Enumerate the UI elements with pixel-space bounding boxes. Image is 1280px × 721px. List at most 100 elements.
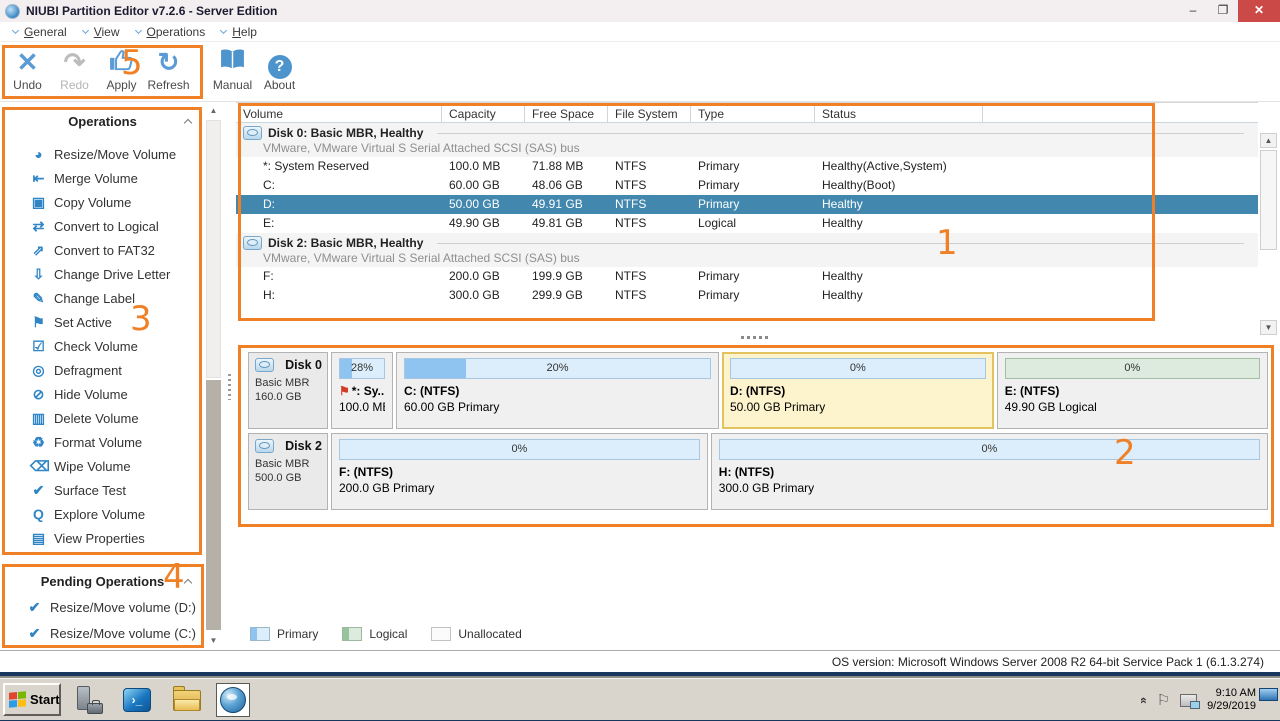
sidebar-item-explore-volume[interactable]: QExplore Volume xyxy=(0,502,205,526)
partition-block-cntfs[interactable]: 20%C: (NTFS)60.00 GB Primary xyxy=(396,352,719,429)
taskbar-item-explorer[interactable] xyxy=(170,683,204,717)
minimize-button[interactable]: – xyxy=(1178,0,1208,22)
sidebar-item-label: Wipe Volume xyxy=(54,459,131,474)
column-header-volume[interactable]: Volume xyxy=(236,103,442,122)
used-space-bar: 0% xyxy=(1005,358,1260,379)
close-button[interactable]: ✕ xyxy=(1238,0,1280,22)
manual-button[interactable]: Manual xyxy=(209,42,256,92)
scrollbar-track[interactable] xyxy=(206,380,221,630)
scroll-up-icon[interactable]: ▲ xyxy=(1260,133,1277,148)
scrollbar-thumb[interactable] xyxy=(1260,150,1277,250)
sidebar-item-check-volume[interactable]: ☑Check Volume xyxy=(0,334,205,358)
sidebar-item-set-active[interactable]: ⚑Set Active xyxy=(0,310,205,334)
toolbar-button-label: Refresh xyxy=(145,78,192,92)
table-row[interactable]: E:49.90 GB49.81 GBNTFSLogicalHealthy xyxy=(236,214,1258,233)
taskbar-item-powershell[interactable]: ›_ xyxy=(120,683,154,717)
taskbar-item-server-manager[interactable] xyxy=(72,683,106,717)
pending-operation-item[interactable]: ✔Resize/Move volume (D:) xyxy=(0,594,205,620)
scroll-up-icon[interactable]: ▲ xyxy=(206,104,221,118)
sidebar-item-convert-to-fat32[interactable]: ⇗Convert to FAT32 xyxy=(0,238,205,262)
sidebar-item-wipe-volume[interactable]: ⌫Wipe Volume xyxy=(0,454,205,478)
scroll-down-icon[interactable]: ▼ xyxy=(206,634,221,648)
action-center-flag-icon[interactable]: ⚐ xyxy=(1157,691,1170,709)
table-row[interactable]: H:300.0 GB299.9 GBNTFSPrimaryHealthy xyxy=(236,286,1258,305)
sidebar-item-change-drive-letter[interactable]: ⇩ Change Drive Letter xyxy=(0,262,205,286)
menu-item-operations[interactable]: Operations xyxy=(131,22,217,42)
collapse-chevron-icon[interactable] xyxy=(184,119,192,127)
volume-table: Disk 0: Basic MBR, HealthyVMware, VMware… xyxy=(236,123,1280,305)
disk-info-block[interactable]: Disk 0Basic MBR160.0 GB xyxy=(248,352,328,429)
table-row[interactable]: *: System Reserved100.0 MB71.88 MBNTFSPr… xyxy=(236,157,1258,176)
sidebar-item-delete-volume[interactable]: ▥Delete Volume xyxy=(0,406,205,430)
undo-button[interactable]: ✕Undo xyxy=(4,42,51,92)
table-row[interactable]: D:50.00 GB49.91 GBNTFSPrimaryHealthy xyxy=(236,195,1258,214)
clock-date: 9/29/2019 xyxy=(1207,700,1256,713)
start-button[interactable]: Start xyxy=(3,683,61,716)
apply-button[interactable]: Apply xyxy=(98,42,145,92)
about-button[interactable]: ?About xyxy=(256,42,303,92)
used-percent-label: 0% xyxy=(511,443,527,455)
collapse-chevron-icon[interactable] xyxy=(184,579,192,587)
network-icon[interactable] xyxy=(1180,694,1197,707)
sidebar-item-defragment[interactable]: ◎Defragment xyxy=(0,358,205,382)
menu-item-view[interactable]: View xyxy=(78,22,131,42)
column-header-file-system[interactable]: File System xyxy=(608,103,691,122)
partition-block-dntfs[interactable]: 0%D: (NTFS)50.00 GB Primary xyxy=(722,352,994,429)
disk-map-row: Disk 0Basic MBR160.0 GB28%⚑*: Sy...100.0… xyxy=(248,352,1268,429)
show-desktop-button[interactable] xyxy=(1259,688,1278,701)
column-header-type[interactable]: Type xyxy=(691,103,815,122)
taskbar-clock[interactable]: 9:10 AM 9/29/2019 xyxy=(1207,687,1256,713)
table-scrollbar[interactable]: ▲ ▼ xyxy=(1260,133,1277,335)
column-header-status[interactable]: Status xyxy=(815,103,983,122)
pending-operation-item[interactable]: ✔Resize/Move volume (C:) xyxy=(0,620,205,646)
column-header-capacity[interactable]: Capacity xyxy=(442,103,525,122)
horizontal-splitter-grip[interactable] xyxy=(741,336,768,339)
taskbar-item-partition-editor[interactable] xyxy=(216,683,250,717)
show-hidden-icons-chevron[interactable]: « xyxy=(1137,697,1151,703)
partition-block-entfs[interactable]: 0%E: (NTFS)49.90 GB Logical xyxy=(997,352,1268,429)
disk-info-block[interactable]: Disk 2Basic MBR500.0 GB xyxy=(248,433,328,510)
cell-status: Healthy xyxy=(815,214,983,233)
sidebar-item-merge-volume[interactable]: ⇤Merge Volume xyxy=(0,166,205,190)
operations-panel-header[interactable]: Operations xyxy=(0,110,205,134)
undo-icon: ✕ xyxy=(4,47,51,78)
pending-panel-header[interactable]: Pending Operations xyxy=(0,570,205,594)
app-window: NIUBI Partition Editor v7.2.6 - Server E… xyxy=(0,0,1280,672)
sidebar-item-copy-volume[interactable]: ▣Copy Volume xyxy=(0,190,205,214)
sidebar-item-hide-volume[interactable]: ⊘Hide Volume xyxy=(0,382,205,406)
column-header-free-space[interactable]: Free Space xyxy=(525,103,608,122)
window-title: NIUBI Partition Editor v7.2.6 - Server E… xyxy=(26,4,277,18)
cell-cap: 49.90 GB xyxy=(442,214,525,233)
scroll-down-icon[interactable]: ▼ xyxy=(1260,320,1277,335)
partition-block-sy[interactable]: 28%⚑*: Sy...100.0 MB xyxy=(331,352,393,429)
toolbar-separator xyxy=(201,48,202,96)
sidebar-item-change-label[interactable]: ✎Change Label xyxy=(0,286,205,310)
table-row[interactable]: F:200.0 GB199.9 GBNTFSPrimaryHealthy xyxy=(236,267,1258,286)
partition-block-fntfs[interactable]: 0%F: (NTFS)200.0 GB Primary xyxy=(331,433,708,510)
sidebar-item-surface-test[interactable]: ✔Surface Test xyxy=(0,478,205,502)
cell-vol: C: xyxy=(236,176,442,195)
sidebar-item-label: Change Drive Letter xyxy=(54,267,170,282)
scrollbar-thumb[interactable] xyxy=(206,120,221,378)
table-row[interactable]: C:60.00 GB48.06 GBNTFSPrimaryHealthy(Boo… xyxy=(236,176,1258,195)
restore-button[interactable]: ❐ xyxy=(1208,0,1238,22)
cell-vol: F: xyxy=(236,267,442,286)
redo-button[interactable]: ↷Redo xyxy=(51,42,98,92)
menu-item-help[interactable]: Help xyxy=(216,22,268,42)
title-bar: NIUBI Partition Editor v7.2.6 - Server E… xyxy=(0,0,1280,22)
splitter-grip-icon[interactable] xyxy=(228,374,231,400)
cell-status: Healthy xyxy=(815,195,983,214)
disk-group-row[interactable]: Disk 2: Basic MBR, HealthyVMware, VMware… xyxy=(236,233,1258,267)
pending-operations-panel: Pending Operations ✔Resize/Move volume (… xyxy=(0,562,205,646)
disk-group-row[interactable]: Disk 0: Basic MBR, HealthyVMware, VMware… xyxy=(236,123,1258,157)
sidebar-item-format-volume[interactable]: ♻Format Volume xyxy=(0,430,205,454)
partition-block-hntfs[interactable]: 0%H: (NTFS)300.0 GB Primary xyxy=(711,433,1268,510)
sidebar-item-view-properties[interactable]: ▤View Properties xyxy=(0,526,205,550)
sidebar-scrollbar[interactable]: ▲ ▼ xyxy=(205,102,222,650)
drive-letter-icon: ⇩ xyxy=(30,266,47,283)
refresh-button[interactable]: ↻Refresh xyxy=(145,42,192,92)
sidebar-item-convert-to-logical[interactable]: ⇄Convert to Logical xyxy=(0,214,205,238)
sidebar-item-resize-move-volume[interactable]: ◕Resize/Move Volume xyxy=(0,142,205,166)
menu-item-general[interactable]: General xyxy=(8,22,78,42)
vertical-splitter[interactable] xyxy=(222,102,236,650)
